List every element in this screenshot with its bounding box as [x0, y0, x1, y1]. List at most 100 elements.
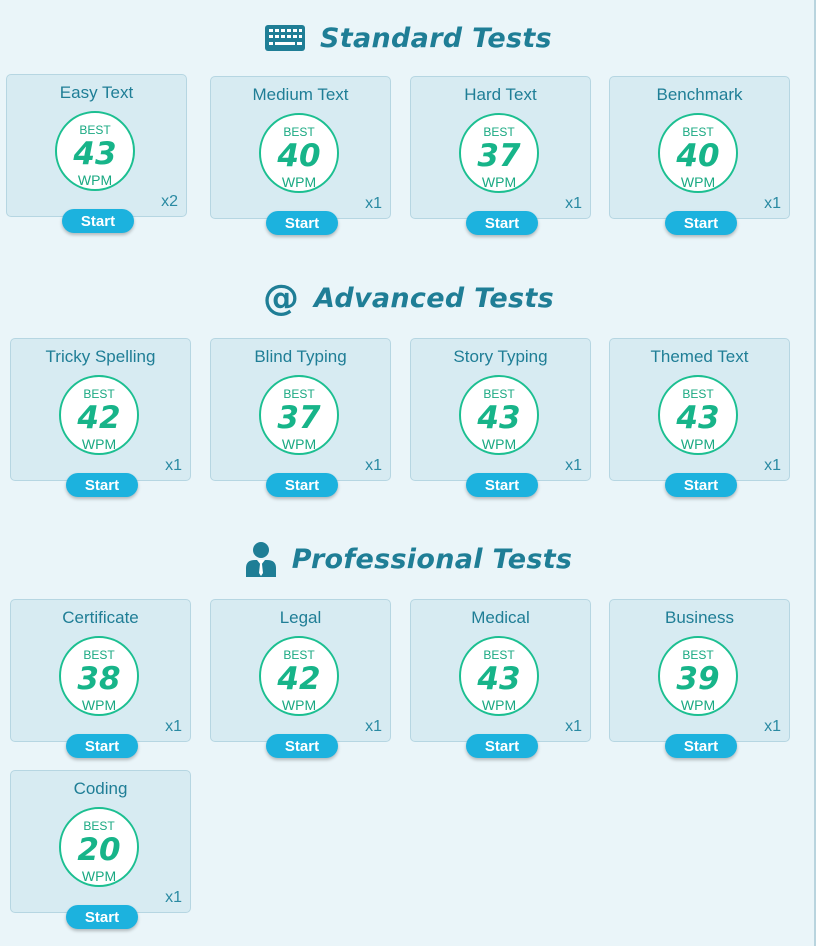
keyboard-icon: [264, 24, 306, 52]
test-name: Certificate: [62, 608, 139, 627]
best-label: BEST: [682, 125, 714, 139]
best-score-badge: BEST 42 WPM: [59, 375, 139, 455]
wpm-unit: WPM: [77, 172, 113, 188]
test-card-themed-text[interactable]: Themed Text BEST 43 WPM x1 Start: [609, 338, 790, 497]
attempt-count: x1: [165, 457, 182, 474]
test-card-story-typing[interactable]: Story Typing BEST 43 WPM x1 Start: [410, 338, 591, 497]
best-label: BEST: [283, 387, 315, 401]
best-wpm-value: 43: [676, 400, 720, 436]
best-score-badge: BEST 43 WPM: [658, 375, 738, 455]
test-card-legal[interactable]: Legal BEST 42 WPM x1 Start: [210, 599, 391, 758]
test-card-tricky-spelling[interactable]: Tricky Spelling BEST 42 WPM x1 Start: [10, 338, 191, 497]
test-card-certificate[interactable]: Certificate BEST 38 WPM x1 Start: [10, 599, 191, 758]
best-score-badge: BEST 39 WPM: [658, 636, 738, 716]
start-button[interactable]: Start: [66, 473, 138, 497]
test-card-blind-typing[interactable]: Blind Typing BEST 37 WPM x1 Start: [210, 338, 391, 497]
best-wpm-value: 20: [77, 832, 121, 868]
test-card-easy-text[interactable]: Easy Text BEST 43 WPM x2 Start: [6, 74, 187, 233]
test-card-medical[interactable]: Medical BEST 43 WPM x1 Start: [410, 599, 591, 758]
at-sign-icon: @: [262, 279, 300, 317]
best-wpm-value: 40: [676, 138, 720, 174]
section-header-professional: Professional Tests: [0, 539, 816, 579]
start-button[interactable]: Start: [66, 905, 138, 929]
best-label: BEST: [79, 123, 111, 137]
wpm-unit: WPM: [81, 868, 117, 884]
section-title: Advanced Tests: [314, 282, 554, 314]
start-button[interactable]: Start: [466, 473, 538, 497]
best-label: BEST: [83, 648, 115, 662]
test-name: Business: [665, 608, 734, 627]
test-name: Medium Text: [252, 85, 349, 104]
start-button[interactable]: Start: [665, 211, 737, 235]
best-label: BEST: [682, 387, 714, 401]
best-wpm-value: 38: [77, 661, 121, 697]
best-score-badge: BEST 43 WPM: [459, 636, 539, 716]
start-button[interactable]: Start: [266, 734, 338, 758]
attempt-count: x1: [565, 718, 582, 735]
wpm-unit: WPM: [81, 697, 117, 713]
test-name: Easy Text: [59, 83, 134, 102]
wpm-unit: WPM: [81, 436, 117, 452]
wpm-unit: WPM: [481, 436, 517, 452]
best-wpm-value: 42: [77, 400, 121, 436]
best-score-badge: BEST 37 WPM: [259, 375, 339, 455]
wpm-unit: WPM: [481, 174, 517, 190]
attempt-count: x1: [764, 195, 781, 212]
attempt-count: x2: [161, 193, 178, 210]
attempt-count: x1: [365, 457, 382, 474]
start-button[interactable]: Start: [665, 734, 737, 758]
start-button[interactable]: Start: [266, 211, 338, 235]
svg-text:@: @: [263, 279, 299, 317]
test-name: Blind Typing: [254, 347, 347, 366]
attempt-count: x1: [565, 457, 582, 474]
section-header-advanced: @ Advanced Tests: [0, 278, 816, 318]
test-name: Medical: [471, 608, 530, 627]
best-score-badge: BEST 20 WPM: [59, 807, 139, 887]
attempt-count: x1: [365, 195, 382, 212]
best-wpm-value: 39: [676, 661, 720, 697]
best-wpm-value: 37: [477, 138, 521, 174]
start-button[interactable]: Start: [665, 473, 737, 497]
start-button[interactable]: Start: [466, 734, 538, 758]
test-card-medium-text[interactable]: Medium Text BEST 40 WPM x1 Start: [210, 76, 391, 235]
best-score-badge: BEST 43 WPM: [459, 375, 539, 455]
best-score-badge: BEST 42 WPM: [259, 636, 339, 716]
wpm-unit: WPM: [281, 697, 317, 713]
best-label: BEST: [283, 648, 315, 662]
wpm-unit: WPM: [680, 436, 716, 452]
attempt-count: x1: [764, 457, 781, 474]
best-score-badge: BEST 43 WPM: [55, 111, 135, 191]
wpm-unit: WPM: [680, 697, 716, 713]
best-label: BEST: [483, 125, 515, 139]
test-card-coding[interactable]: Coding BEST 20 WPM x1 Start: [10, 770, 191, 929]
best-label: BEST: [83, 819, 115, 833]
wpm-unit: WPM: [281, 436, 317, 452]
attempt-count: x1: [764, 718, 781, 735]
wpm-unit: WPM: [281, 174, 317, 190]
test-name: Coding: [73, 779, 128, 798]
best-score-badge: BEST 40 WPM: [259, 113, 339, 193]
best-score-badge: BEST 40 WPM: [658, 113, 738, 193]
test-name: Benchmark: [656, 85, 743, 104]
attempt-count: x1: [165, 889, 182, 906]
best-label: BEST: [682, 648, 714, 662]
section-header-standard: Standard Tests: [0, 18, 816, 58]
best-score-badge: BEST 38 WPM: [59, 636, 139, 716]
start-button[interactable]: Start: [266, 473, 338, 497]
businessman-icon: [244, 540, 278, 578]
start-button[interactable]: Start: [62, 209, 134, 233]
best-wpm-value: 42: [277, 661, 321, 697]
section-title: Standard Tests: [320, 22, 552, 54]
test-name: Tricky Spelling: [45, 347, 156, 366]
start-button[interactable]: Start: [66, 734, 138, 758]
best-wpm-value: 43: [477, 400, 521, 436]
start-button[interactable]: Start: [466, 211, 538, 235]
attempt-count: x1: [365, 718, 382, 735]
test-card-benchmark[interactable]: Benchmark BEST 40 WPM x1 Start: [609, 76, 790, 235]
wpm-unit: WPM: [680, 174, 716, 190]
test-name: Themed Text: [650, 347, 749, 366]
test-card-hard-text[interactable]: Hard Text BEST 37 WPM x1 Start: [410, 76, 591, 235]
best-wpm-value: 43: [73, 136, 117, 172]
test-card-business[interactable]: Business BEST 39 WPM x1 Start: [609, 599, 790, 758]
best-label: BEST: [83, 387, 115, 401]
